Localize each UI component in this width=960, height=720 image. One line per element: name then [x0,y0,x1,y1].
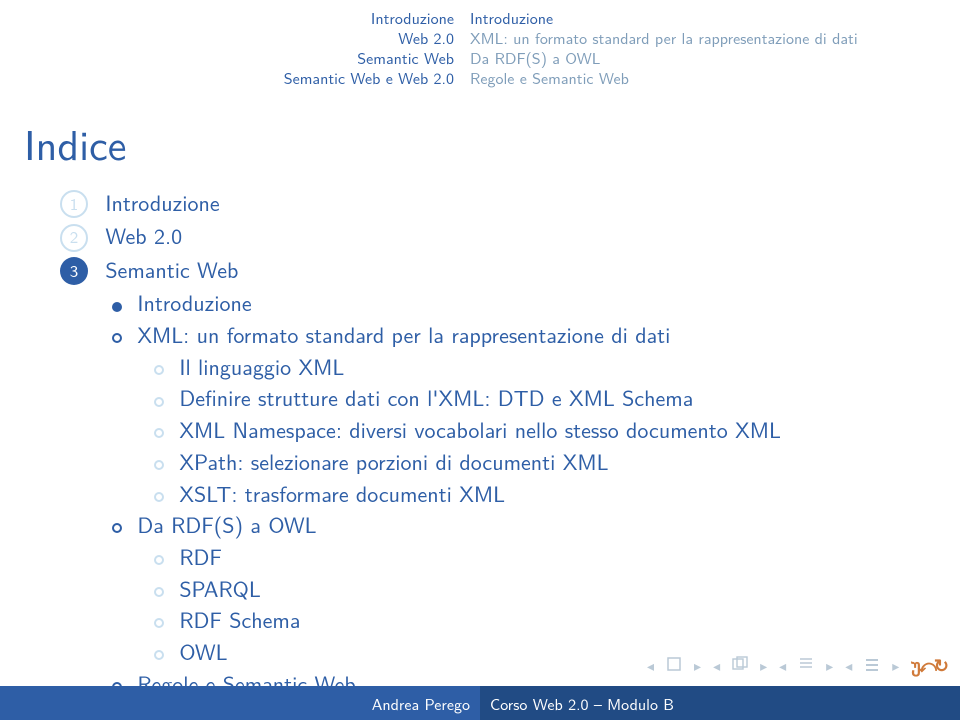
nav-subsection-icon[interactable] [798,654,814,677]
nav-next-frame-icon[interactable]: ▸ [760,656,767,676]
outline-label: Semantic Web [105,253,238,285]
header-section[interactable]: Introduzione [10,8,454,28]
bullet-icon [112,333,122,343]
outline-subsubitem[interactable]: RDF [154,542,936,572]
outline-item-3[interactable]: 3 Semantic Web [60,255,936,285]
outline-item-1[interactable]: 1 Introduzione [60,188,936,218]
outline-label: XSLT: trasformare documenti XML [179,477,505,509]
nav-controls: ◂ ▸ ◂ ▸ ◂ ▸ ◂ ▸ უ⤺↻ [647,653,946,678]
header-section[interactable]: Web 2.0 [10,28,454,48]
outline-label: XML Namespace: diversi vocabolari nello … [179,413,781,445]
section-number-icon: 3 [60,257,88,285]
bullet-icon [112,523,122,533]
nav-prev-section-icon[interactable]: ◂ [845,656,852,676]
nav-next-slide-icon[interactable]: ▸ [694,656,701,676]
footer: Andrea Perego Corso Web 2.0 – Modulo B [0,686,960,720]
outline-subsubitem[interactable]: XML Namespace: diversi vocabolari nello … [154,415,936,445]
outline-subsubitem[interactable]: RDF Schema [154,605,936,635]
bullet-icon [154,587,164,597]
nav-next-section-icon[interactable]: ▸ [892,656,899,676]
outline-label: XML: un formato standard per la rapprese… [137,318,670,350]
nav-next-subsection-icon[interactable]: ▸ [826,656,833,676]
outline-item-2[interactable]: 2 Web 2.0 [60,221,936,251]
frame-title: Indice [0,88,960,183]
outline-label: Web 2.0 [105,219,182,251]
outline-label: Il linguaggio XML [179,350,344,382]
bullet-icon [154,650,164,660]
outline-label: Definire strutture dati con l'XML: DTD e… [179,381,693,413]
bullet-icon [154,492,164,502]
nav-prev-subsection-icon[interactable]: ◂ [779,656,786,676]
nav-section-icon[interactable] [864,654,880,677]
section-number-icon: 1 [60,190,88,218]
outline-label: XPath: selezionare porzioni di documenti… [179,445,608,477]
nav-slide-icon[interactable] [666,654,682,677]
header-subsection[interactable]: XML: un formato standard per la rapprese… [470,28,944,48]
outline-subsubitem[interactable]: XSLT: trasformare documenti XML [154,479,936,509]
header: Introduzione Web 2.0 Semantic Web Semant… [0,0,960,88]
outline-label: Introduzione [137,286,251,318]
header-subsection[interactable]: Regole e Semantic Web [470,68,944,88]
outline-label: RDF [179,540,222,572]
header-section[interactable]: Semantic Web e Web 2.0 [10,68,454,88]
outline-label: SPARQL [179,572,260,604]
header-right-subsections: Introduzione XML: un formato standard pe… [464,8,944,88]
outline-subsubitem[interactable]: Definire strutture dati con l'XML: DTD e… [154,383,936,413]
nav-prev-frame-icon[interactable]: ◂ [713,656,720,676]
outline-label: Introduzione [105,186,219,218]
footer-author: Andrea Perego [0,686,480,720]
header-section[interactable]: Semantic Web [10,48,454,68]
bullet-icon [154,555,164,565]
outline-label: RDF Schema [179,603,300,635]
bullet-icon [154,397,164,407]
bullet-icon [154,618,164,628]
header-subsection[interactable]: Da RDF(S) a OWL [470,48,944,68]
outline-label: OWL [179,635,227,667]
bullet-icon [112,302,122,312]
bullet-icon [154,365,164,375]
section-number-icon: 2 [60,224,88,252]
nav-prev-slide-icon[interactable]: ◂ [647,656,654,676]
outline-subitem[interactable]: Da RDF(S) a OWL [112,510,936,540]
outline-subsubitem[interactable]: XPath: selezionare porzioni di documenti… [154,447,936,477]
slide: Introduzione Web 2.0 Semantic Web Semant… [0,0,960,720]
outline-subitem[interactable]: XML: un formato standard per la rapprese… [112,320,936,350]
outline-label: Da RDF(S) a OWL [137,508,316,540]
header-subsection[interactable]: Introduzione [470,8,944,28]
header-left-sections: Introduzione Web 2.0 Semantic Web Semant… [10,8,464,88]
outline-subitem[interactable]: Introduzione [112,288,936,318]
bullet-icon [154,428,164,438]
footer-course: Corso Web 2.0 – Modulo B [480,686,960,720]
bullet-icon [154,460,164,470]
outline-subsubitem[interactable]: SPARQL [154,574,936,604]
outline-subsubitem[interactable]: Il linguaggio XML [154,352,936,382]
nav-loop-icon[interactable]: უ⤺↻ [911,653,946,678]
nav-frame-icon[interactable] [732,654,748,677]
outline: 1 Introduzione 2 Web 2.0 3 Semantic Web … [0,183,960,720]
